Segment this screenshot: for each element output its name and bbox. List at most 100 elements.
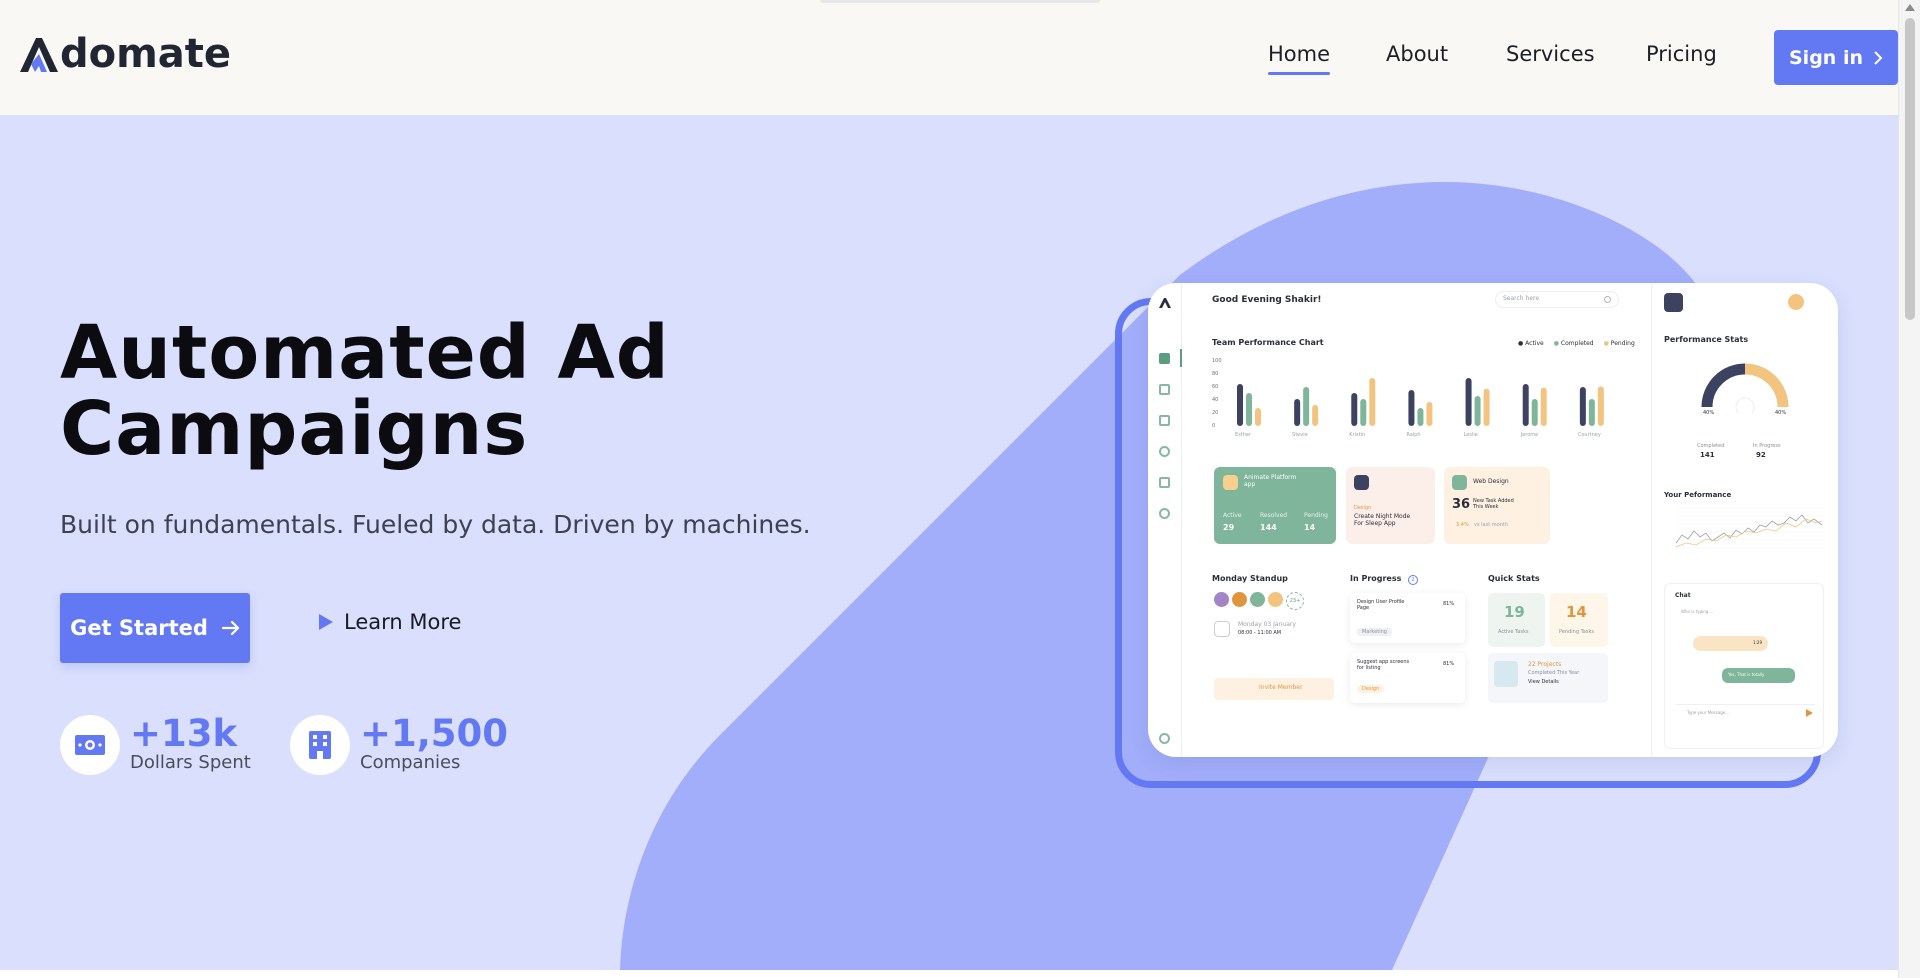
mockup-sidebar <box>1148 283 1182 757</box>
animate-card[interactable]: Animate Platform app Active Resolved Pen… <box>1214 467 1336 544</box>
chat-title: Chat <box>1675 592 1691 599</box>
nav-about[interactable]: About <box>1386 42 1448 66</box>
projects-card[interactable]: 22 Projects Completed This Year View Det… <box>1488 653 1608 703</box>
gauge-right-pct: 40% <box>1775 410 1787 416</box>
voice-message[interactable]: 1:29 <box>1693 636 1768 651</box>
drop-icon[interactable] <box>1159 446 1170 457</box>
voice-duration: 1:29 <box>1753 640 1762 645</box>
team-bar <box>1303 387 1310 426</box>
projects-title: 22 Projects <box>1528 661 1562 668</box>
logo-mark-icon <box>20 38 58 72</box>
team-bar <box>1255 408 1261 426</box>
hero-subtitle: Built on fundamentals. Fueled by data. D… <box>60 510 811 539</box>
team-bar <box>1597 386 1604 426</box>
web-card-delta: 3.4% <box>1456 522 1469 528</box>
get-started-label: Get Started <box>70 616 208 640</box>
search-icon <box>1604 296 1611 303</box>
chat-typing: Who is typing ... <box>1681 609 1714 614</box>
y-tick-label: 0 <box>1212 423 1216 429</box>
vertical-scrollbar[interactable] <box>1898 0 1920 978</box>
in-progress-value: 92 <box>1756 451 1766 459</box>
sign-in-label: Sign in <box>1789 46 1863 69</box>
stat-dollars: +13k Dollars Spent <box>60 715 251 775</box>
quick-stats-title: Quick Stats <box>1488 574 1540 583</box>
chat-message-bubble: Yes, That is totally <box>1722 668 1795 683</box>
view-details-link[interactable]: View Details <box>1528 679 1559 685</box>
stat-companies: +1,500 Companies <box>290 715 508 775</box>
web-card-delta-text: vs last month <box>1474 522 1508 528</box>
document-icon[interactable] <box>1159 415 1170 426</box>
card-icon <box>1223 475 1238 490</box>
your-perf-title: Your Peformance <box>1664 491 1732 499</box>
team-member-label: Ralph <box>1406 432 1421 438</box>
legend-item: ● Completed <box>1553 340 1594 347</box>
nav-services[interactable]: Services <box>1506 42 1595 66</box>
hero-title-line-1: Automated Ad <box>60 310 670 396</box>
brand-name: domate <box>60 31 232 77</box>
web-design-card[interactable]: Web Design 36 New Task Added This Week 3… <box>1444 467 1550 544</box>
invite-member-label: Invite Member <box>1259 684 1303 691</box>
avatar <box>1232 592 1247 607</box>
learn-more-label: Learn More <box>344 610 462 634</box>
team-performance-bars <box>1237 378 1604 426</box>
invite-member-button[interactable]: Invite Member <box>1214 678 1334 700</box>
more-members-badge: 23+ <box>1286 592 1304 610</box>
card-stat-label: Pending <box>1304 512 1328 519</box>
web-card-title: Web Design <box>1473 478 1509 485</box>
task-percent: 81% <box>1443 601 1455 607</box>
team-bar <box>1588 399 1595 426</box>
card-stat-label: Active <box>1223 512 1242 519</box>
chevron-right-icon <box>1874 50 1883 65</box>
user-icon[interactable] <box>1159 477 1170 488</box>
learn-more-button[interactable]: Learn More <box>318 610 461 634</box>
team-bar <box>1369 378 1376 426</box>
mockup-logo-icon <box>1159 298 1171 308</box>
avatar <box>1268 592 1283 607</box>
team-bar <box>1426 402 1433 426</box>
mockup-divider <box>1651 283 1652 757</box>
task-text: Design User Profile Page <box>1357 599 1405 611</box>
completed-label: Completed <box>1697 443 1725 449</box>
team-bar <box>1417 408 1424 426</box>
bottom-strip <box>0 970 1898 978</box>
design-card[interactable]: Design Create Night Mode For Sleep App <box>1346 467 1435 544</box>
task-percent: 81% <box>1443 661 1455 667</box>
logo[interactable]: domate <box>18 34 231 74</box>
scroll-up-arrow-icon[interactable] <box>1905 4 1915 11</box>
get-started-button[interactable]: Get Started <box>60 593 250 663</box>
stat-label: Dollars Spent <box>130 752 251 773</box>
team-member-label: Jerome <box>1520 432 1539 438</box>
top-notch <box>820 0 1100 3</box>
standup-time: 08:00 - 11:00 AM <box>1238 630 1282 636</box>
card-stat-value: 144 <box>1260 523 1277 532</box>
y-tick-label: 40 <box>1212 397 1219 403</box>
nav-pricing[interactable]: Pricing <box>1646 42 1717 66</box>
in-progress-label: In Progress <box>1753 443 1781 449</box>
team-bar <box>1579 387 1586 426</box>
task-card[interactable]: Suggest app screens for listing 81% Desi… <box>1350 653 1465 703</box>
completed-value: 141 <box>1700 451 1715 459</box>
legend-item: ● Active <box>1518 340 1544 347</box>
legend-item: ● Pending <box>1603 340 1635 347</box>
avatar <box>1214 592 1229 607</box>
grid-icon[interactable] <box>1159 353 1170 364</box>
pending-tasks-label: Pending Tasks <box>1559 629 1594 635</box>
send-icon[interactable] <box>1806 709 1813 717</box>
chat-input[interactable]: Type your Message... <box>1675 704 1815 720</box>
settings-icon[interactable] <box>1159 508 1170 519</box>
design-card-title: Create Night Mode For Sleep App <box>1354 513 1411 527</box>
y-tick-label: 100 <box>1212 358 1222 364</box>
chart-icon[interactable] <box>1159 384 1170 395</box>
chat-panel: Chat Who is typing ... 1:29 Yes, That is… <box>1664 583 1824 749</box>
wallet-icon[interactable] <box>1664 293 1683 312</box>
scroll-thumb[interactable] <box>1905 18 1915 320</box>
mockup-search[interactable]: Search here <box>1495 291 1619 308</box>
logout-icon[interactable] <box>1159 733 1170 744</box>
play-icon <box>319 614 333 630</box>
task-card[interactable]: Design User Profile Page 81% Marketing <box>1350 593 1465 643</box>
team-member-label: Kristin <box>1349 432 1366 438</box>
nav-home[interactable]: Home <box>1268 42 1331 75</box>
active-tasks-label: Active Tasks <box>1498 629 1529 635</box>
sign-in-button[interactable]: Sign in <box>1774 30 1898 85</box>
user-avatar[interactable] <box>1788 294 1804 310</box>
